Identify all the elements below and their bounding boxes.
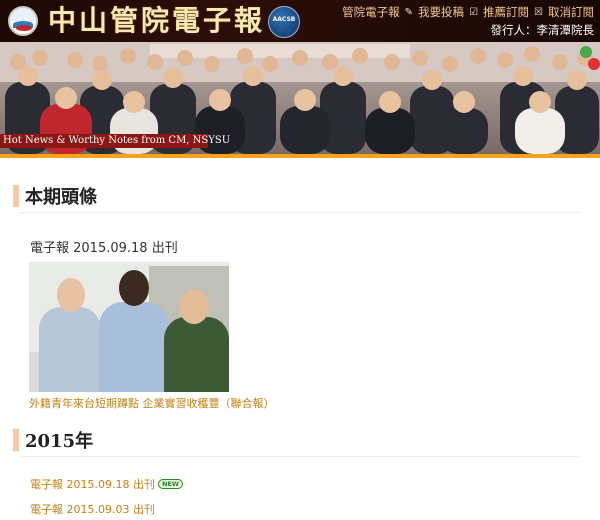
archive-issue-label: 電子報 2015.09.03 出刊 — [30, 503, 155, 516]
top-navigation: 管院電子報 ✎ 我要投稿 ☑ 推薦訂閱 ☒ 取消訂閱 — [342, 4, 594, 20]
nav-newsletter-link[interactable]: 管院電子報 — [342, 4, 400, 20]
nav-unsubscribe-link[interactable]: 取消訂閱 — [548, 4, 594, 20]
section-heading-headlines: 本期頭條 — [13, 183, 97, 209]
university-logo[interactable] — [8, 6, 38, 36]
divider — [20, 456, 580, 457]
nav-recommend-link[interactable]: 推薦訂閱 — [483, 4, 529, 20]
archive-issue-label: 電子報 2015.09.18 出刊 — [30, 478, 155, 491]
site-header: 中山管院電子報 AACSB 管院電子報 ✎ 我要投稿 ☑ 推薦訂閱 ☒ 取消訂閱… — [0, 0, 600, 42]
section-heading-archive: 2015年 — [13, 427, 93, 453]
section-title: 2015年 — [25, 431, 94, 452]
section-marker — [13, 429, 19, 451]
section-title: 本期頭條 — [25, 187, 97, 208]
aacsb-logo: AACSB — [268, 6, 300, 38]
banner-caption: Hot News & Worthy Notes from CM, NSYSU — [0, 134, 230, 148]
headline-article-link[interactable]: 外籍青年來台短期蹲點 企業實習收穫豐（聯合報） — [29, 395, 275, 411]
checkbox-icon: ☑ — [469, 6, 479, 18]
headline-photo[interactable] — [29, 262, 229, 392]
current-issue-label: 電子報 2015.09.18 出刊 — [30, 241, 178, 256]
checkbox-icon: ☒ — [534, 6, 543, 18]
banner-divider — [0, 154, 600, 158]
nav-submit-link[interactable]: 我要投稿 — [418, 4, 464, 20]
divider — [20, 212, 580, 213]
section-marker — [13, 185, 19, 207]
banner-group-photo: Hot News & Worthy Notes from CM, NSYSU — [0, 42, 600, 154]
archive-issue-link[interactable]: 電子報 2015.09.18 出刊 NEW — [30, 476, 184, 492]
new-badge: NEW — [157, 479, 184, 489]
pencil-icon: ✎ — [404, 6, 414, 18]
site-title[interactable]: 中山管院電子報 — [48, 3, 265, 39]
publisher-label: 發行人：李清潭院長 — [490, 23, 595, 37]
archive-issue-link[interactable]: 電子報 2015.09.03 出刊 — [30, 501, 155, 517]
